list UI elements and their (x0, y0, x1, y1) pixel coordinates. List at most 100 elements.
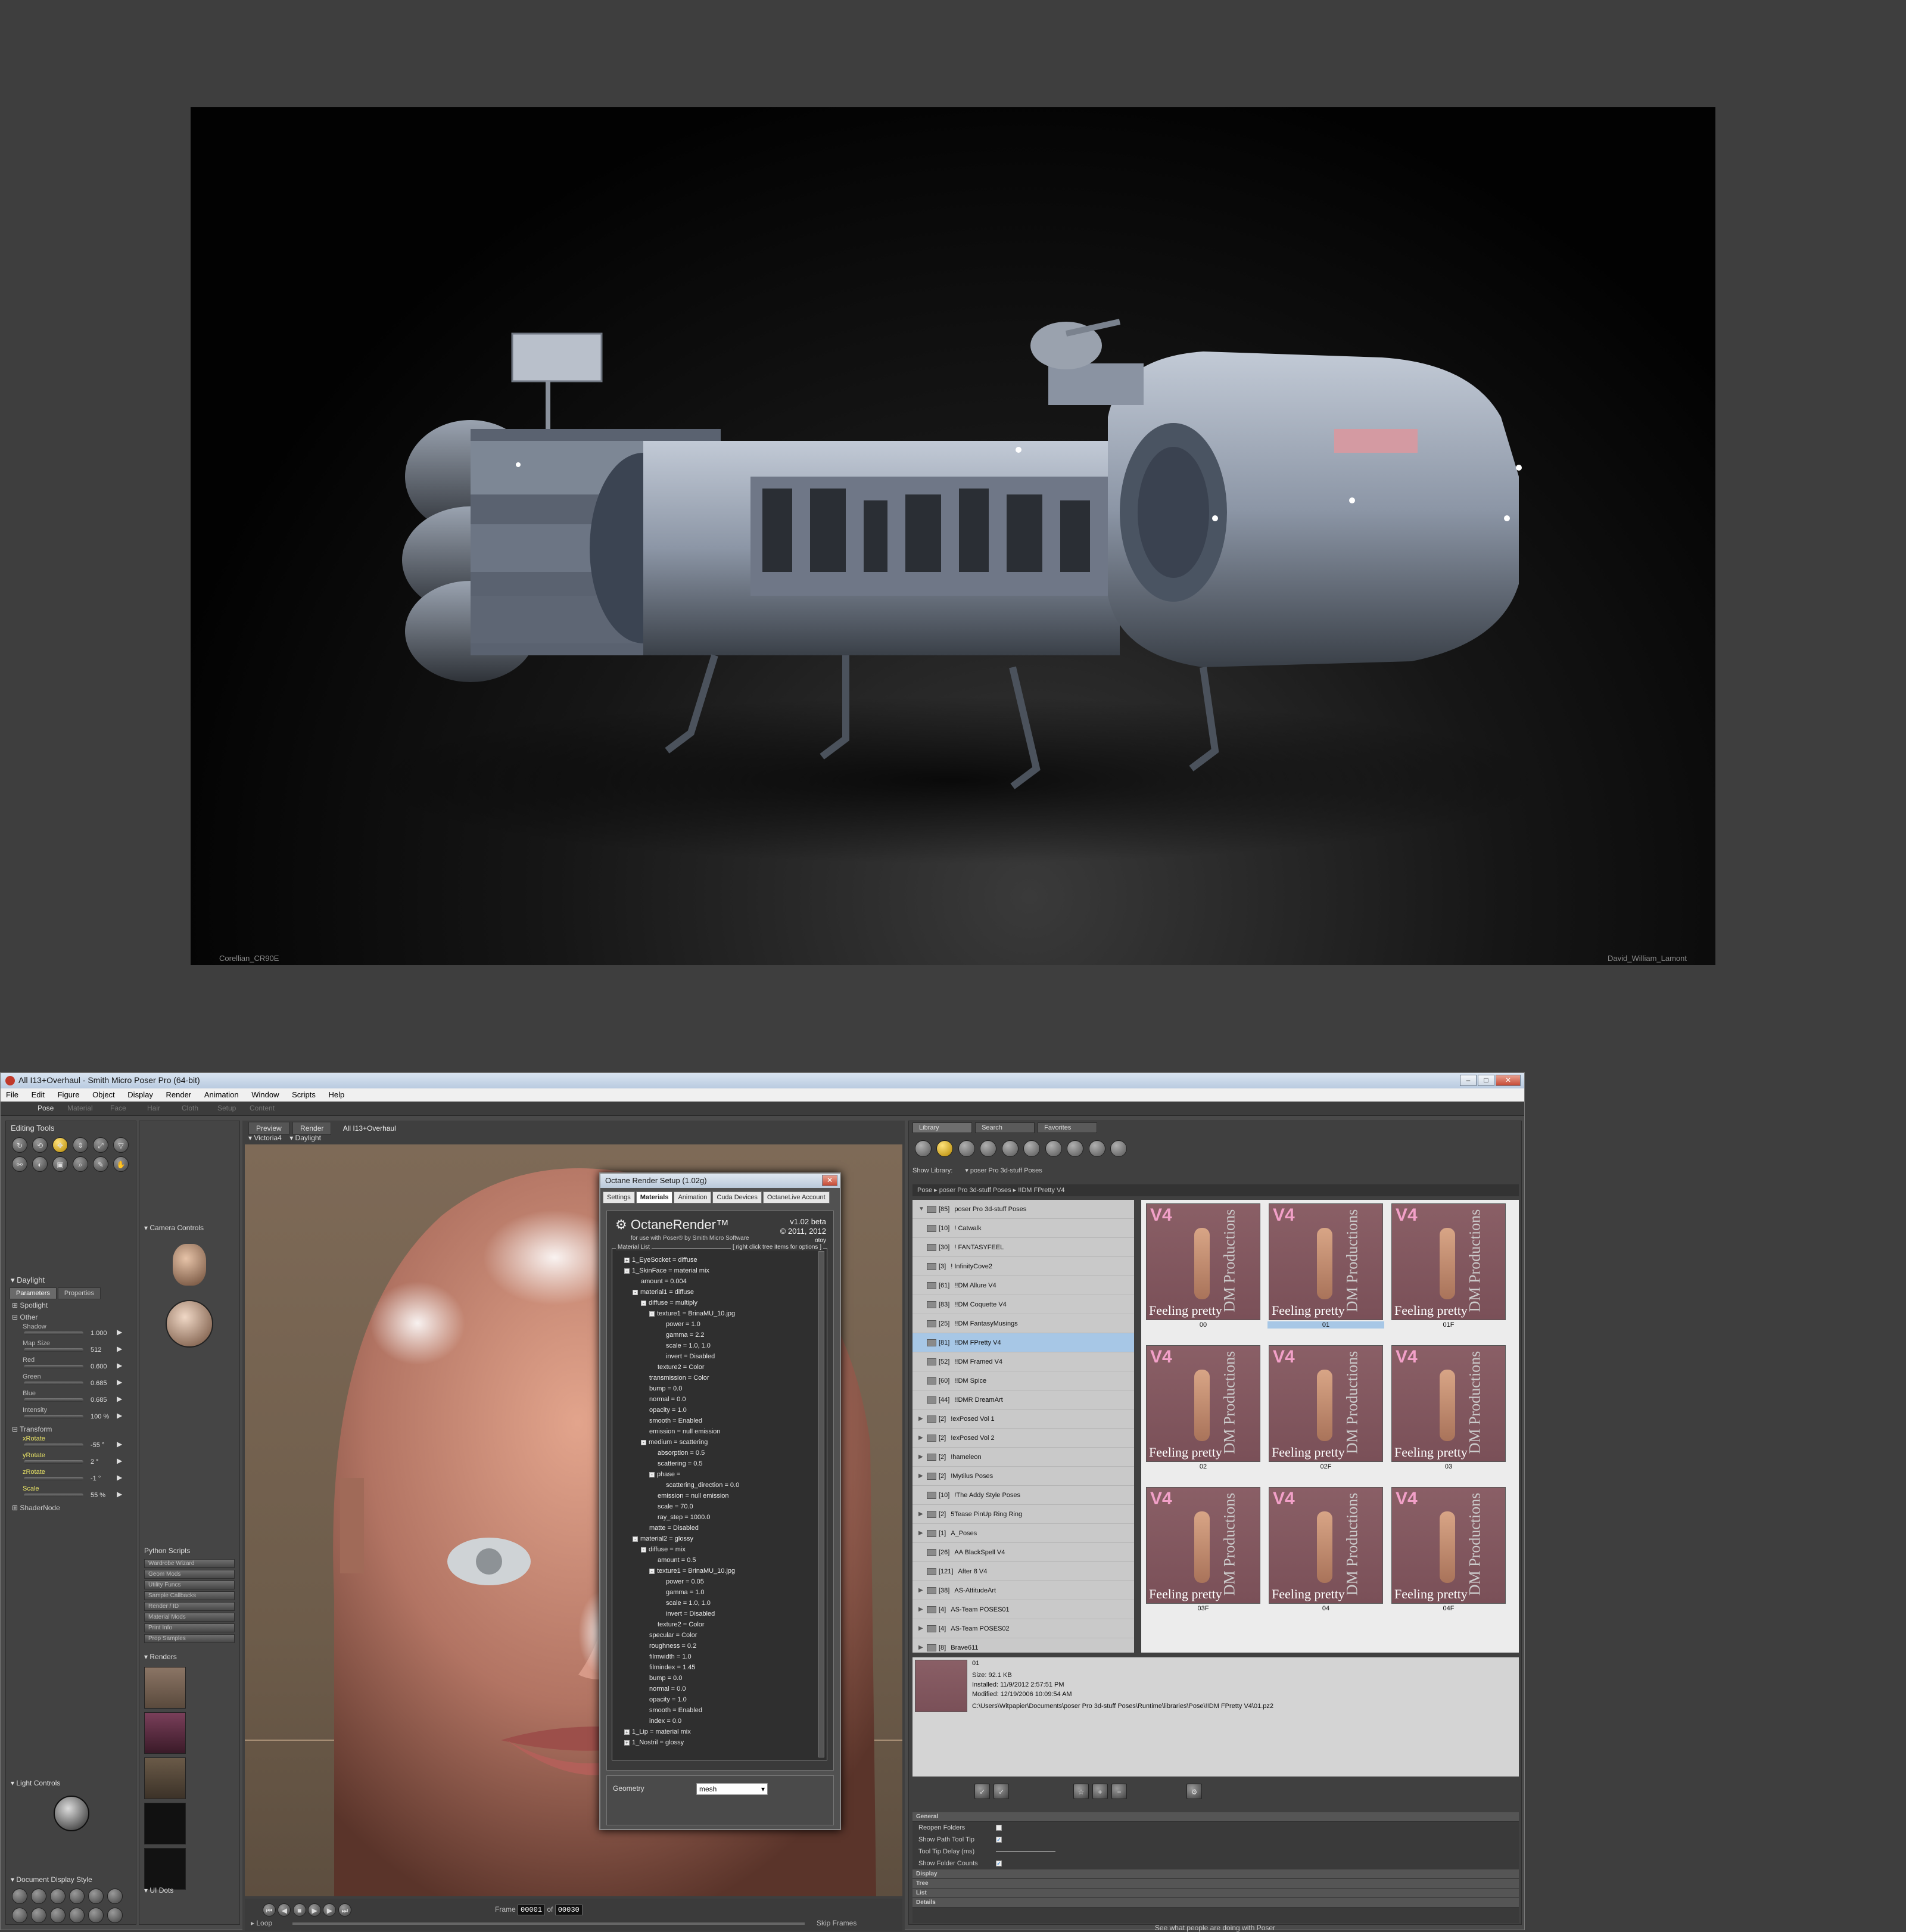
pose-thumbnail[interactable]: V4 Feeling pretty DM Productions 03 (1390, 1344, 1507, 1473)
play-icon[interactable]: ▶ (308, 1903, 322, 1917)
menu-edit[interactable]: Edit (26, 1088, 50, 1099)
material-tree-node[interactable]: - material2 = glossy (616, 1533, 812, 1544)
rewind-icon[interactable]: ⏮ (263, 1903, 276, 1917)
python-wardrobe-wizard-button[interactable]: Wardrobe Wizard (144, 1559, 235, 1568)
param-menu-arrow-icon[interactable]: ▶ (117, 1411, 122, 1420)
material-tree-node[interactable]: index = 0.0 (616, 1716, 812, 1726)
material-tree-node[interactable]: +1_Nostril = glossy (616, 1737, 812, 1748)
figures-category-icon[interactable] (915, 1140, 932, 1157)
breadcrumb-library[interactable]: poser Pro 3d-stuff Poses (939, 1187, 1011, 1194)
material-tree-node[interactable]: ray_step = 1000.0 (616, 1512, 812, 1523)
material-tree-node[interactable]: absorption = 0.5 (616, 1448, 812, 1458)
hidden-line-style-icon[interactable] (69, 1889, 85, 1904)
pose-thumbnail[interactable]: V4 Feeling pretty DM Productions 02F (1267, 1344, 1384, 1473)
material-tree-node[interactable]: scale = 1.0, 1.0 (616, 1340, 812, 1351)
octane-tab-settings[interactable]: Settings (603, 1191, 635, 1203)
folder-expand-icon[interactable]: ▶ (918, 1505, 923, 1524)
show-library-dropdown[interactable]: ▾ poser Pro 3d-stuff Poses (965, 1167, 1042, 1174)
status-bar[interactable]: See what people are doing with Poser (908, 1924, 1522, 1932)
skip-frames-toggle[interactable]: Skip Frames (817, 1919, 857, 1927)
collapse-icon[interactable]: - (624, 1268, 630, 1274)
dial-slider[interactable] (24, 1477, 83, 1480)
param-menu-arrow-icon[interactable]: ▶ (117, 1345, 122, 1353)
expression-category-icon[interactable] (958, 1140, 975, 1157)
current-frame-field[interactable]: 00001 (518, 1905, 546, 1915)
props-category-icon[interactable] (1023, 1140, 1041, 1157)
material-tree-node[interactable]: scattering = 0.5 (616, 1458, 812, 1469)
breadcrumb-pose[interactable]: Pose (917, 1187, 932, 1194)
python-print-info-button[interactable]: Print Info (144, 1623, 235, 1632)
material-tree-node[interactable]: smooth = Enabled (616, 1705, 812, 1716)
smooth-shaded-style-icon[interactable] (69, 1908, 85, 1923)
folder-row[interactable]: [81] !!DM FPretty V4 (912, 1333, 1134, 1352)
collapse-icon[interactable]: - (649, 1472, 655, 1477)
remove-from-library-icon[interactable]: − (1111, 1784, 1127, 1799)
collapse-icon[interactable]: - (641, 1547, 646, 1553)
fast-forward-icon[interactable]: ⏭ (338, 1903, 351, 1917)
direct-manipulation-icon[interactable]: ✋ (113, 1156, 129, 1172)
folder-row[interactable]: ▼ [85] poser Pro 3d-stuff Poses (912, 1200, 1134, 1219)
material-tree-node[interactable]: - medium = scattering (616, 1437, 812, 1448)
param-xrotate[interactable]: xRotate -55 ° ▶ (6, 1435, 137, 1452)
material-tree-node[interactable]: amount = 0.5 (616, 1555, 812, 1566)
dial-slider[interactable] (24, 1365, 83, 1368)
collapse-icon[interactable]: - (649, 1311, 655, 1317)
menu-window[interactable]: Window (246, 1088, 284, 1099)
material-tree-node[interactable]: - texture1 = BrinaMU_10.jpg (616, 1566, 812, 1576)
room-material[interactable]: Material (67, 1104, 93, 1112)
material-tree-node[interactable]: - diffuse = mix (616, 1544, 812, 1555)
apply-check-icon[interactable]: ✓ (974, 1784, 990, 1799)
param-yrotate[interactable]: yRotate 2 ° ▶ (6, 1452, 137, 1469)
lights-category-icon[interactable] (1045, 1140, 1062, 1157)
translate-tool-icon[interactable]: ✥ (52, 1137, 68, 1153)
figure-menu[interactable]: ▾ Victoria4 (248, 1134, 282, 1142)
cameras-category-icon[interactable] (1067, 1140, 1084, 1157)
show-path-tooltip-checkbox[interactable]: ✓ (996, 1837, 1002, 1843)
dial-slider[interactable] (24, 1382, 83, 1385)
texture-shaded-style-icon[interactable] (107, 1908, 123, 1923)
param-blue[interactable]: Blue 0.685 ▶ (6, 1390, 137, 1407)
material-tree-node[interactable]: scale = 70.0 (616, 1501, 812, 1512)
material-tree-node[interactable]: opacity = 1.0 (616, 1694, 812, 1705)
material-tree-node[interactable]: emission = null emission (616, 1426, 812, 1437)
param-menu-arrow-icon[interactable]: ▶ (117, 1473, 122, 1482)
material-tree-node[interactable]: +1_Lip = material mix (616, 1726, 812, 1737)
tab-render[interactable]: Render (292, 1122, 332, 1135)
folder-expand-icon[interactable]: ▶ (918, 1638, 923, 1653)
tab-parameters[interactable]: Parameters (10, 1287, 57, 1299)
menu-figure[interactable]: Figure (52, 1088, 85, 1099)
dial-slider[interactable] (24, 1398, 83, 1402)
material-tree-node[interactable]: invert = Disabled (616, 1609, 812, 1619)
folder-row[interactable]: ▶ [2] !exPosed Vol 1 (912, 1410, 1134, 1429)
flat-lined-style-icon[interactable] (12, 1908, 27, 1923)
loop-toggle[interactable]: ▸ Loop (251, 1919, 272, 1927)
prefs-display-header[interactable]: Display (912, 1869, 1519, 1879)
folder-expand-icon[interactable]: ▶ (918, 1524, 923, 1543)
color-tool-icon[interactable]: ◐ (32, 1156, 48, 1172)
param-red[interactable]: Red 0.600 ▶ (6, 1357, 137, 1373)
breadcrumb-folder[interactable]: !!DM FPretty V4 (1018, 1187, 1064, 1194)
tab-search[interactable]: Search (975, 1122, 1035, 1133)
material-tree-node[interactable]: invert = Disabled (616, 1351, 812, 1362)
pose-thumbnail[interactable]: V4 Feeling pretty DM Productions 03F (1145, 1486, 1262, 1614)
material-tree-node[interactable]: transmission = Color (616, 1373, 812, 1383)
expand-icon[interactable]: + (624, 1740, 630, 1746)
pose-thumbnail[interactable]: V4 Feeling pretty DM Productions 01 (1267, 1202, 1384, 1331)
camera-head-icon[interactable] (173, 1244, 206, 1286)
param-menu-arrow-icon[interactable]: ▶ (117, 1328, 122, 1336)
material-tree-node[interactable]: bump = 0.0 (616, 1673, 812, 1684)
folder-row[interactable]: [44] !!DMR DreamArt (912, 1390, 1134, 1410)
geometry-select[interactable]: mesh ▾ (696, 1783, 768, 1795)
morphing-tool-icon[interactable]: ✎ (93, 1156, 108, 1172)
cartoon-line-style-icon[interactable] (50, 1908, 66, 1923)
folder-expand-icon[interactable]: ▶ (918, 1581, 923, 1600)
tooltip-delay-slider[interactable] (996, 1851, 1055, 1852)
param-green[interactable]: Green 0.685 ▶ (6, 1373, 137, 1390)
show-folder-counts-checkbox[interactable]: ✓ (996, 1861, 1002, 1866)
param-menu-arrow-icon[interactable]: ▶ (117, 1457, 122, 1465)
room-pose[interactable]: Pose (38, 1104, 54, 1112)
dial-slider[interactable] (24, 1460, 83, 1464)
room-content[interactable]: Content (250, 1104, 275, 1112)
material-tree-node[interactable]: - diffuse = multiply (616, 1298, 812, 1308)
dial-slider[interactable] (24, 1443, 83, 1447)
